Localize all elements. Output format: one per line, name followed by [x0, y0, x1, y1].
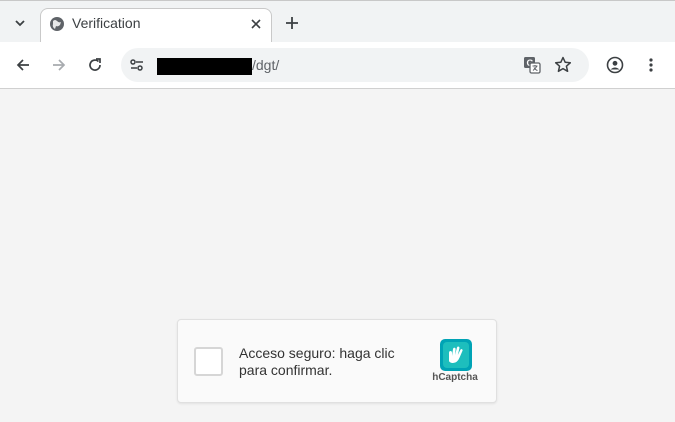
- star-icon[interactable]: [553, 55, 573, 75]
- tab-search-button[interactable]: [8, 12, 32, 34]
- hcaptcha-widget: Acceso seguro: haga clic para confirmar.…: [177, 319, 497, 403]
- hcaptcha-logo-icon[interactable]: [440, 339, 472, 371]
- back-button[interactable]: [12, 54, 34, 76]
- browser-menu-button[interactable]: [640, 54, 662, 76]
- back-arrow-icon: [16, 59, 29, 71]
- profile-button[interactable]: [604, 54, 626, 76]
- tab-close-button[interactable]: [247, 15, 265, 33]
- new-tab-button[interactable]: [282, 13, 302, 33]
- close-icon: [251, 19, 261, 29]
- tab-strip: Verification: [0, 0, 675, 43]
- chevron-down-icon: [15, 20, 25, 27]
- captcha-label: Acceso seguro: haga clic para confirmar.: [239, 345, 395, 378]
- forward-arrow-icon: [53, 59, 66, 71]
- reload-button[interactable]: [84, 54, 106, 76]
- globe-icon: [50, 17, 64, 31]
- translate-icon[interactable]: G: [522, 55, 542, 75]
- url-text: /dgt/: [252, 57, 280, 73]
- tab-title: Verification: [72, 15, 141, 31]
- tab-verification[interactable]: Verification: [40, 8, 272, 43]
- profile-icon: [606, 56, 624, 74]
- browser-toolbar: /dgt/ G: [0, 42, 675, 89]
- redacted-domain: [157, 58, 252, 75]
- reload-icon: [89, 58, 101, 71]
- menu-dots-icon: [649, 58, 653, 72]
- site-settings-icon[interactable]: [128, 56, 146, 74]
- captcha-checkbox[interactable]: [194, 347, 223, 376]
- address-bar[interactable]: /dgt/ G: [121, 48, 589, 82]
- plus-icon: [286, 17, 298, 29]
- hcaptcha-brand-text: hCaptcha: [432, 372, 478, 383]
- forward-button[interactable]: [48, 54, 70, 76]
